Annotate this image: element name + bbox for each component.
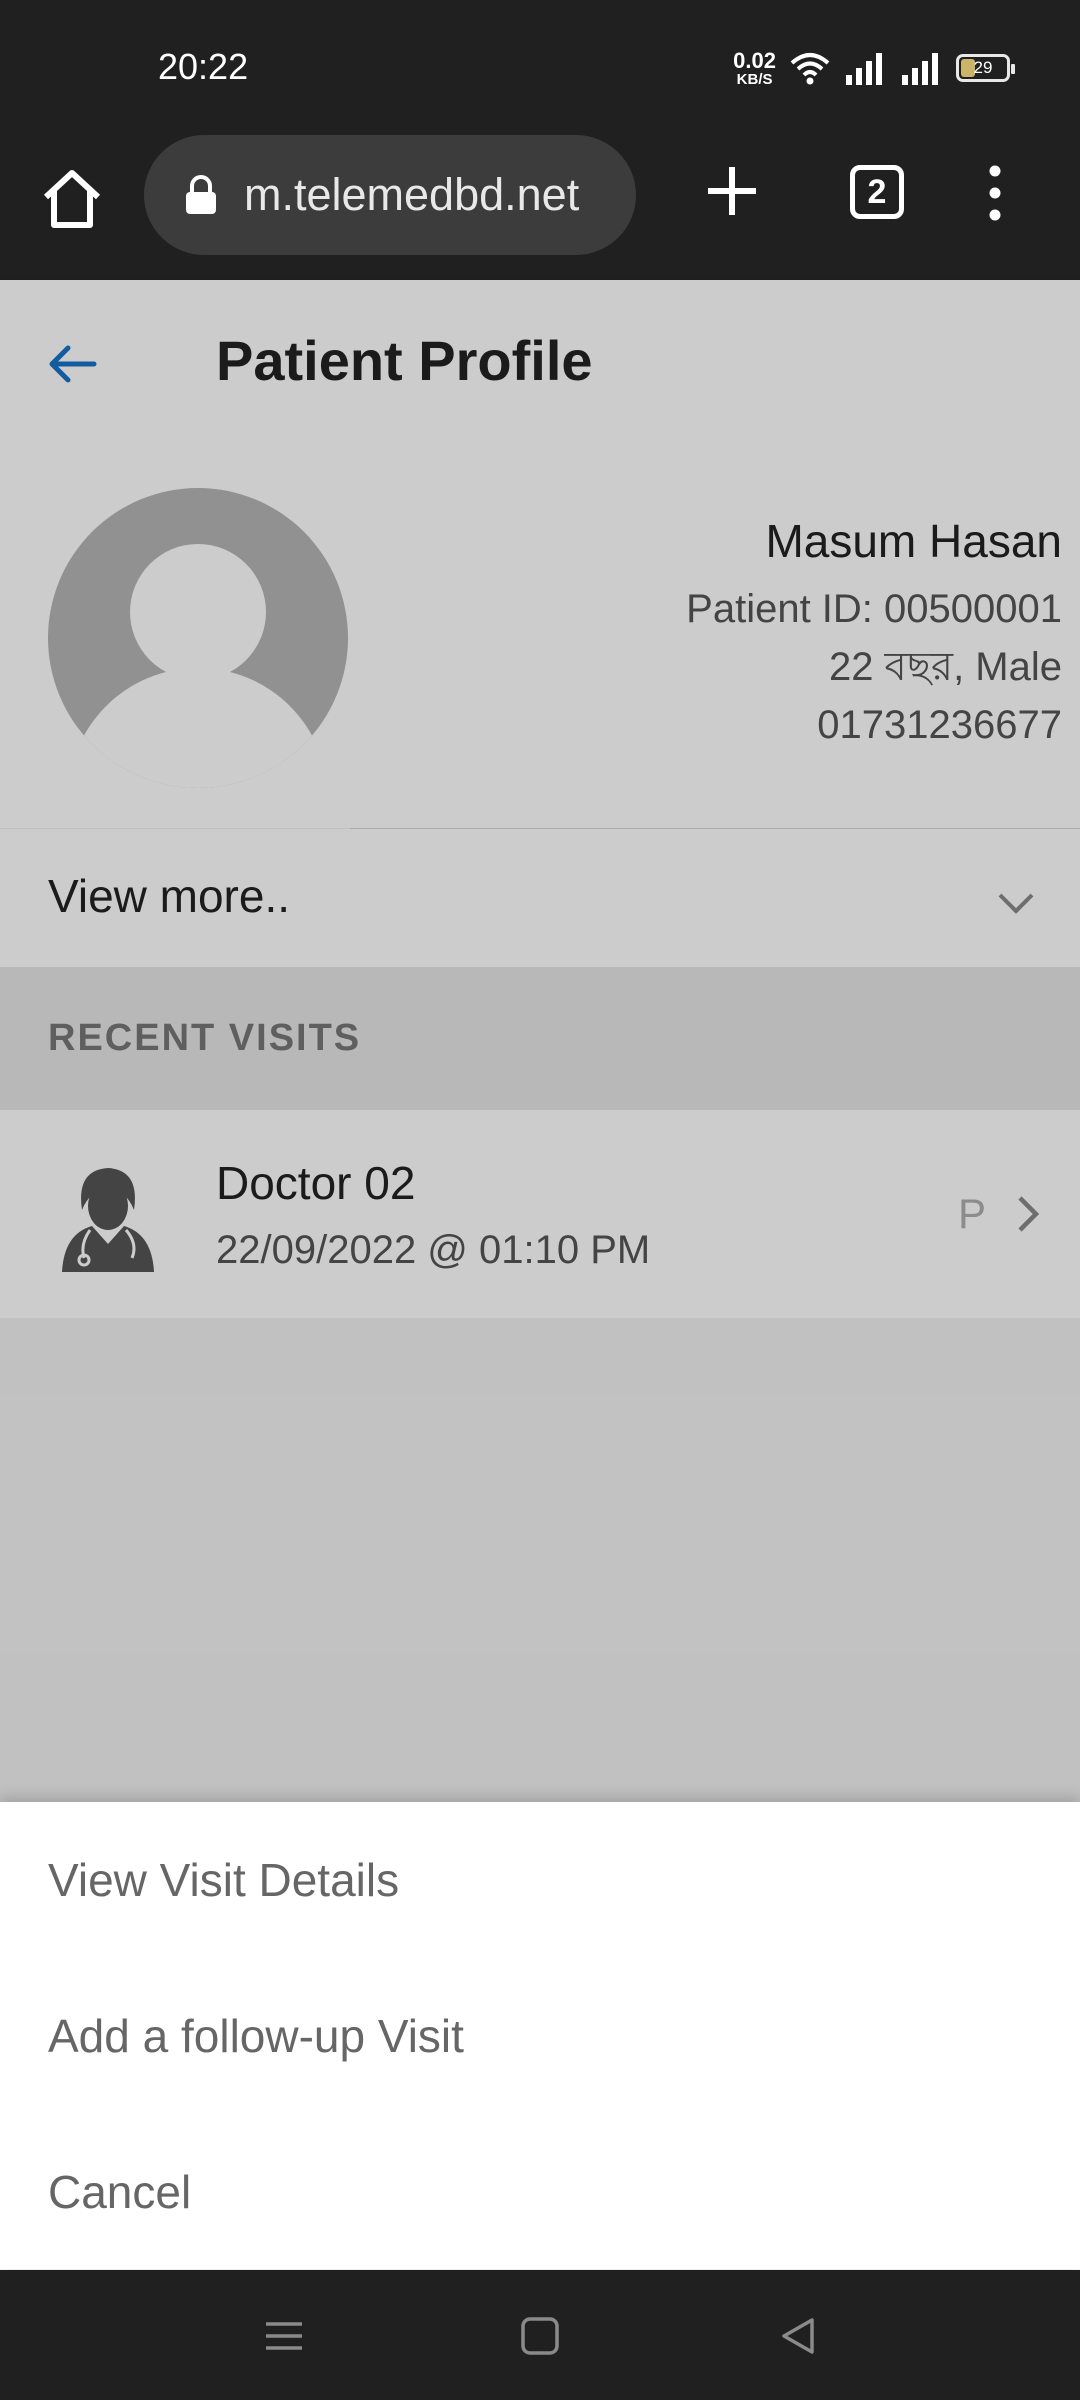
status-time: 20:22 [158, 46, 249, 87]
network-speed-value: 0.02 [733, 47, 776, 73]
battery-level: 29 [973, 58, 993, 77]
modal-backdrop[interactable] [0, 280, 1080, 1802]
address-bar[interactable]: m.telemedbd.net [144, 135, 636, 255]
signal-icon [846, 53, 882, 85]
add-follow-up-visit-option[interactable]: Add a follow-up Visit [0, 1958, 1080, 2114]
tab-count: 2 [867, 172, 887, 211]
home-icon[interactable] [36, 163, 108, 235]
battery-icon: 29 [956, 54, 1015, 82]
tab-switcher-button[interactable]: 2 [850, 165, 904, 219]
home-nav-icon[interactable] [518, 2314, 562, 2358]
url-text: m.telemedbd.net [244, 169, 580, 220]
network-speed: 0.02 KB/S [733, 47, 776, 88]
new-tab-icon[interactable] [700, 159, 764, 223]
back-nav-icon[interactable] [776, 2314, 820, 2358]
signal-icon-2 [902, 53, 938, 85]
more-menu-icon[interactable] [980, 163, 1010, 223]
network-speed-unit: KB/S [736, 70, 773, 88]
system-nav-bar [0, 2270, 1080, 2400]
status-icons: 0.02 KB/S 29 [733, 46, 1015, 90]
lock-icon [186, 175, 216, 214]
browser-toolbar: m.telemedbd.net 2 [0, 135, 1080, 280]
recent-apps-icon[interactable] [262, 2314, 306, 2358]
status-bar: 20:22 0.02 KB/S 29 [0, 0, 1080, 135]
wifi-icon [790, 53, 830, 85]
action-sheet: View Visit Details Add a follow-up Visit… [0, 1802, 1080, 2269]
view-visit-details-option[interactable]: View Visit Details [0, 1802, 1080, 1958]
cancel-option[interactable]: Cancel [0, 2114, 1080, 2270]
